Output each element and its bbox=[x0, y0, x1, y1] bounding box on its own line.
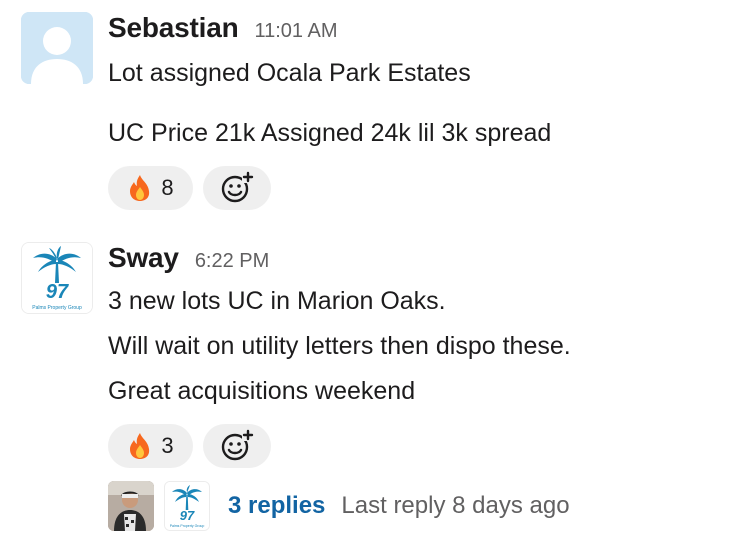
avatar[interactable]: 97 Palms Property Group bbox=[21, 242, 93, 314]
reactions-bar: 3 bbox=[108, 424, 754, 468]
default-user-icon bbox=[21, 12, 93, 84]
message-text-line: Great acquisitions weekend bbox=[108, 377, 416, 405]
svg-text:Palms Property Group: Palms Property Group bbox=[32, 305, 82, 311]
message-text-line: 3 new lots UC in Marion Oaks. bbox=[108, 287, 446, 315]
message-header: Sebastian 11:01 AM bbox=[108, 12, 754, 44]
thread-participant-avatar bbox=[108, 481, 154, 531]
username[interactable]: Sebastian bbox=[108, 12, 239, 44]
svg-text:97: 97 bbox=[46, 281, 69, 303]
add-reaction-button[interactable] bbox=[203, 424, 271, 468]
message-content: Sway 6:22 PM 3 new lots UC in Marion Oak… bbox=[108, 242, 754, 468]
add-emoji-icon bbox=[221, 171, 254, 203]
user-photo-icon bbox=[108, 481, 154, 531]
svg-text:Palms Property Group: Palms Property Group bbox=[170, 524, 205, 528]
username[interactable]: Sway bbox=[108, 242, 179, 274]
reaction-count: 8 bbox=[161, 175, 174, 200]
timestamp[interactable]: 6:22 PM bbox=[195, 250, 269, 273]
palm-tree-logo-icon: 97 Palms Property Group bbox=[22, 243, 92, 313]
fire-icon bbox=[130, 175, 150, 201]
thread-replies-link[interactable]: 3 replies bbox=[228, 492, 325, 520]
reaction-fire[interactable]: 8 bbox=[108, 166, 193, 210]
thread-participant-avatar: 97 Palms Property Group bbox=[164, 481, 210, 531]
message-text-line: Lot assigned Ocala Park Estates bbox=[108, 59, 471, 87]
message-text-line: Will wait on utility letters then dispo … bbox=[108, 332, 571, 360]
avatar[interactable] bbox=[21, 12, 93, 84]
reactions-bar: 8 bbox=[108, 166, 754, 210]
message-text-line: UC Price 21k Assigned 24k lil 3k spread bbox=[108, 119, 552, 147]
palm-tree-logo-icon: 97 Palms Property Group bbox=[165, 482, 209, 530]
add-emoji-icon bbox=[221, 429, 254, 461]
timestamp[interactable]: 11:01 AM bbox=[254, 20, 337, 43]
svg-text:97: 97 bbox=[180, 508, 195, 523]
reaction-count: 3 bbox=[161, 433, 174, 458]
add-reaction-button[interactable] bbox=[203, 166, 271, 210]
reaction-fire[interactable]: 3 bbox=[108, 424, 193, 468]
message-content: Sebastian 11:01 AM Lot assigned Ocala Pa… bbox=[108, 12, 754, 210]
thread-summary[interactable]: 97 Palms Property Group 3 replies Last r… bbox=[108, 480, 570, 532]
thread-last-reply: Last reply 8 days ago bbox=[341, 492, 570, 519]
fire-icon bbox=[130, 433, 150, 459]
message-header: Sway 6:22 PM bbox=[108, 242, 754, 274]
